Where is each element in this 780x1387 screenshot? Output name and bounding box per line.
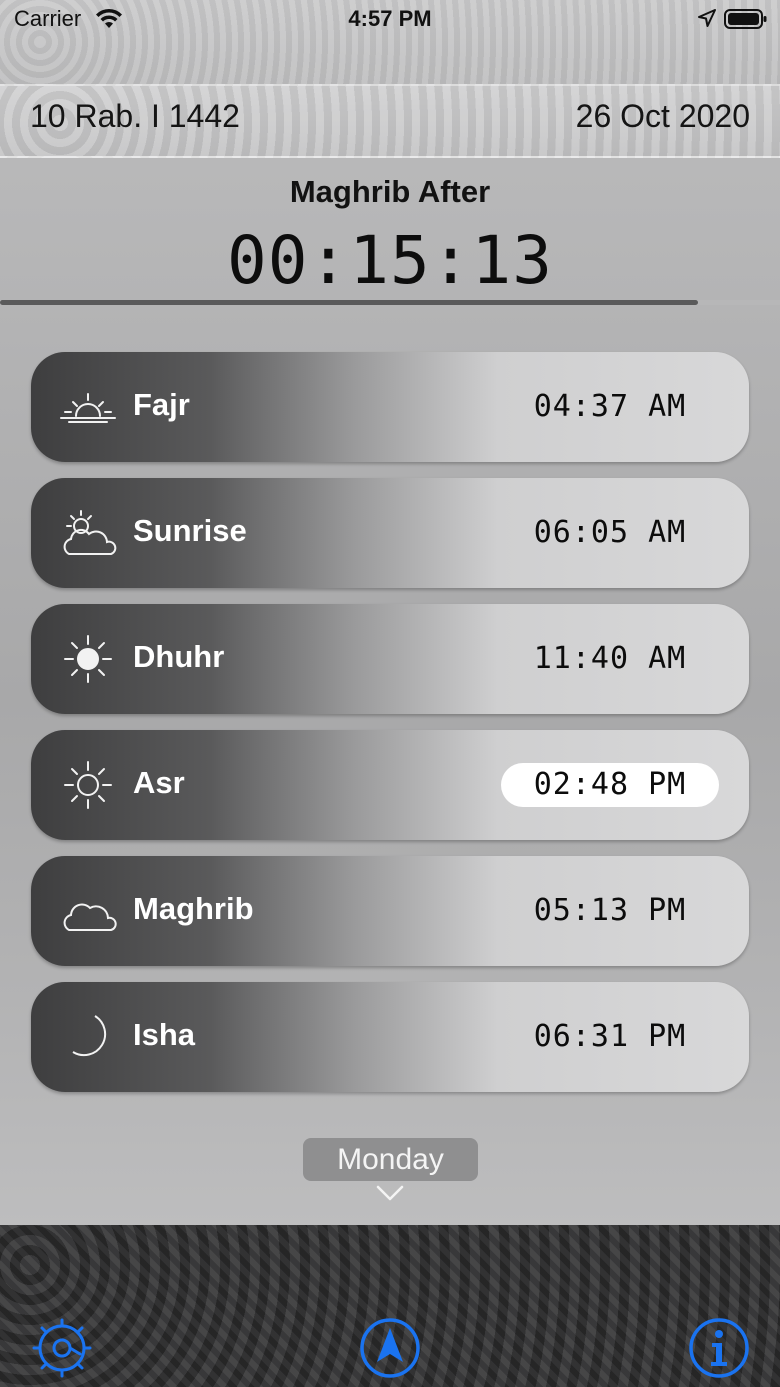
countdown-progress	[0, 300, 780, 305]
countdown-progress-fill	[0, 300, 699, 305]
prayer-time: 04:37 AM	[533, 389, 687, 424]
hijri-date: 10 Rab. I 1442	[30, 98, 240, 134]
prayer-time-current: 02:48 PM	[501, 763, 719, 807]
prayer-name: Asr	[133, 765, 185, 800]
prayer-row-fajr[interactable]: Fajr 04:37 AM	[31, 352, 749, 462]
partly-cloudy-icon	[63, 510, 117, 555]
battery-icon	[724, 9, 767, 29]
chevron-down-icon[interactable]	[374, 1183, 406, 1203]
cloud-icon	[63, 903, 117, 931]
prayer-time: 06:31 PM	[533, 1019, 687, 1054]
prayer-name: Isha	[133, 1017, 196, 1052]
date-band: 10 Rab. I 1442 26 Oct 2020	[0, 84, 780, 158]
qibla-compass-icon[interactable]	[358, 1316, 422, 1380]
settings-gear-icon[interactable]	[30, 1316, 94, 1380]
prayer-name: Dhuhr	[133, 639, 225, 674]
sunrise-icon	[60, 393, 116, 423]
sun-icon	[64, 635, 112, 683]
prayer-time: 05:13 PM	[533, 893, 687, 928]
moon-icon	[72, 1015, 107, 1057]
status-bar: Carrier 4:57 PM	[0, 0, 780, 84]
app-screen: Carrier 4:57 PM 10 Rab. I 1442 26 Oct 20…	[0, 0, 780, 1387]
day-selector-button[interactable]: Monday	[303, 1138, 478, 1181]
prayer-time: 06:05 AM	[533, 515, 687, 550]
location-arrow-icon	[698, 9, 716, 27]
info-icon[interactable]	[687, 1316, 751, 1380]
next-prayer-label: Maghrib After	[289, 174, 491, 209]
countdown-timer: 00:15:13	[227, 222, 553, 299]
prayer-name: Maghrib	[133, 891, 254, 926]
prayer-row-dhuhr[interactable]: Dhuhr 11:40 AM	[31, 604, 749, 714]
prayer-row-maghrib[interactable]: Maghrib 05:13 PM	[31, 856, 749, 966]
gregorian-date: 26 Oct 2020	[575, 98, 750, 134]
status-time: 4:57 PM	[348, 6, 432, 31]
prayer-row-isha[interactable]: Isha 06:31 PM	[31, 982, 749, 1092]
prayer-name: Sunrise	[133, 513, 247, 548]
sun-outline-icon	[64, 761, 112, 809]
prayer-time: 11:40 AM	[533, 641, 687, 676]
prayer-name: Fajr	[133, 387, 190, 422]
prayer-row-asr[interactable]: Asr 02:48 PM	[31, 730, 749, 840]
prayer-row-sunrise[interactable]: Sunrise 06:05 AM	[31, 478, 749, 588]
